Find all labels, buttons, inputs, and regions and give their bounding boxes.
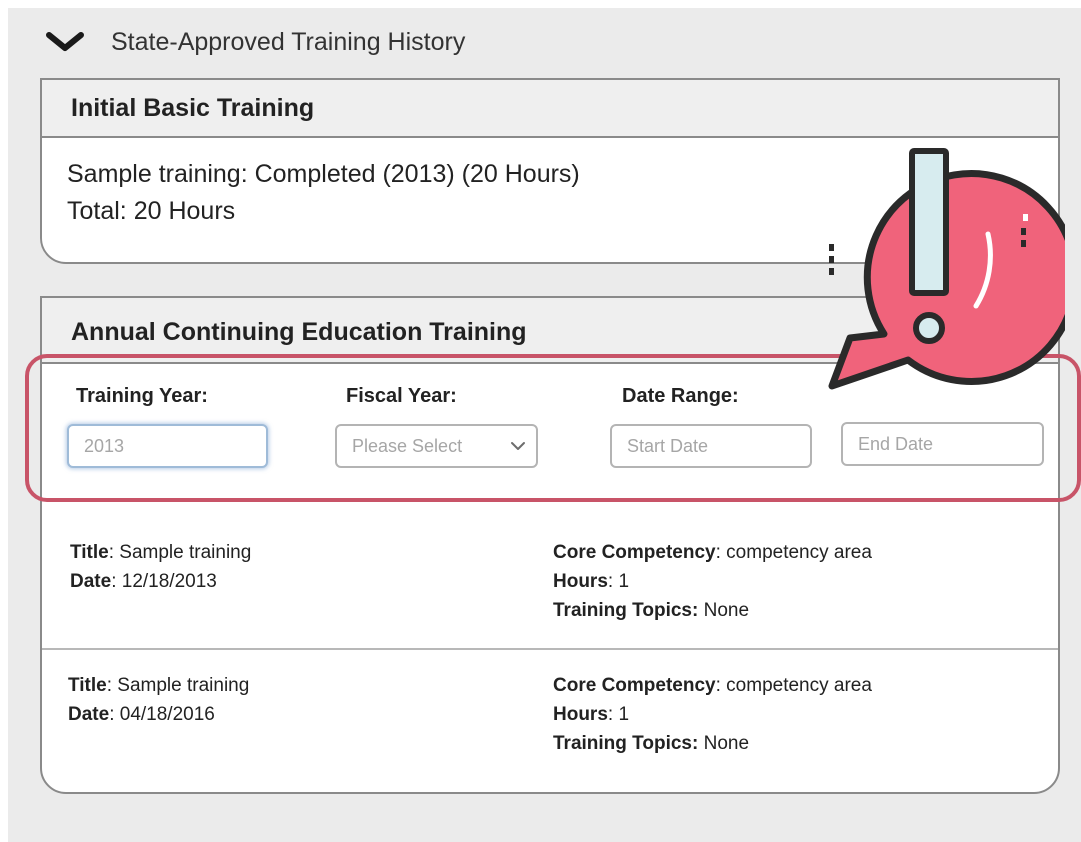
record-title: Sample training — [117, 675, 250, 696]
section-title: State-Approved Training History — [111, 27, 466, 56]
record-hours: 1 — [618, 704, 630, 725]
record-title-line: Title: Sample training — [68, 675, 250, 696]
record-topics: None — [703, 600, 750, 621]
record-date: 04/18/2016 — [119, 704, 215, 725]
record-hours-line: Hours: 1 — [553, 704, 630, 725]
record-competency-line: Core Competency: competency area — [553, 542, 872, 563]
record-title: Sample training — [119, 542, 252, 563]
record-title-line: Title: Sample training — [70, 542, 252, 563]
record-competency: competency area — [726, 675, 872, 696]
record-date-line: Date: 12/18/2013 — [70, 571, 217, 592]
date-label: Date — [68, 704, 110, 725]
title-label: Title — [68, 675, 107, 696]
title-label: Title — [70, 542, 109, 563]
record-left-column: Title: Sample training Date: 12/18/2013 — [70, 538, 251, 596]
hours-label: Hours — [553, 704, 608, 725]
record-topics-line: Training Topics: None — [553, 729, 872, 758]
record-competency-line: Core Competency: competency area — [553, 675, 872, 696]
record-date: 12/18/2013 — [121, 571, 217, 592]
training-topics-label: Training Topics: — [553, 733, 699, 754]
hours-label: Hours — [553, 571, 608, 592]
chevron-down-icon[interactable] — [45, 29, 85, 55]
date-label: Date — [70, 571, 112, 592]
section-toggle[interactable]: State-Approved Training History — [45, 22, 465, 62]
record-competency: competency area — [726, 542, 872, 563]
record-right-column: Core Competency: competency area Hours: … — [553, 671, 872, 758]
record-date-line: Date: 04/18/2016 — [68, 704, 215, 725]
core-competency-label: Core Competency — [553, 675, 716, 696]
record-hours-line: Hours: 1 — [553, 571, 630, 592]
core-competency-label: Core Competency — [553, 542, 716, 563]
exclamation-speech-bubble-icon — [828, 148, 1065, 390]
record-divider — [42, 648, 1058, 650]
record-topics: None — [703, 733, 750, 754]
training-topics-label: Training Topics: — [553, 600, 699, 621]
record-hours: 1 — [618, 571, 630, 592]
record-right-column: Core Competency: competency area Hours: … — [553, 538, 872, 625]
record-topics-line: Training Topics: None — [553, 596, 872, 625]
record-left-column: Title: Sample training Date: 04/18/2016 — [68, 671, 249, 729]
